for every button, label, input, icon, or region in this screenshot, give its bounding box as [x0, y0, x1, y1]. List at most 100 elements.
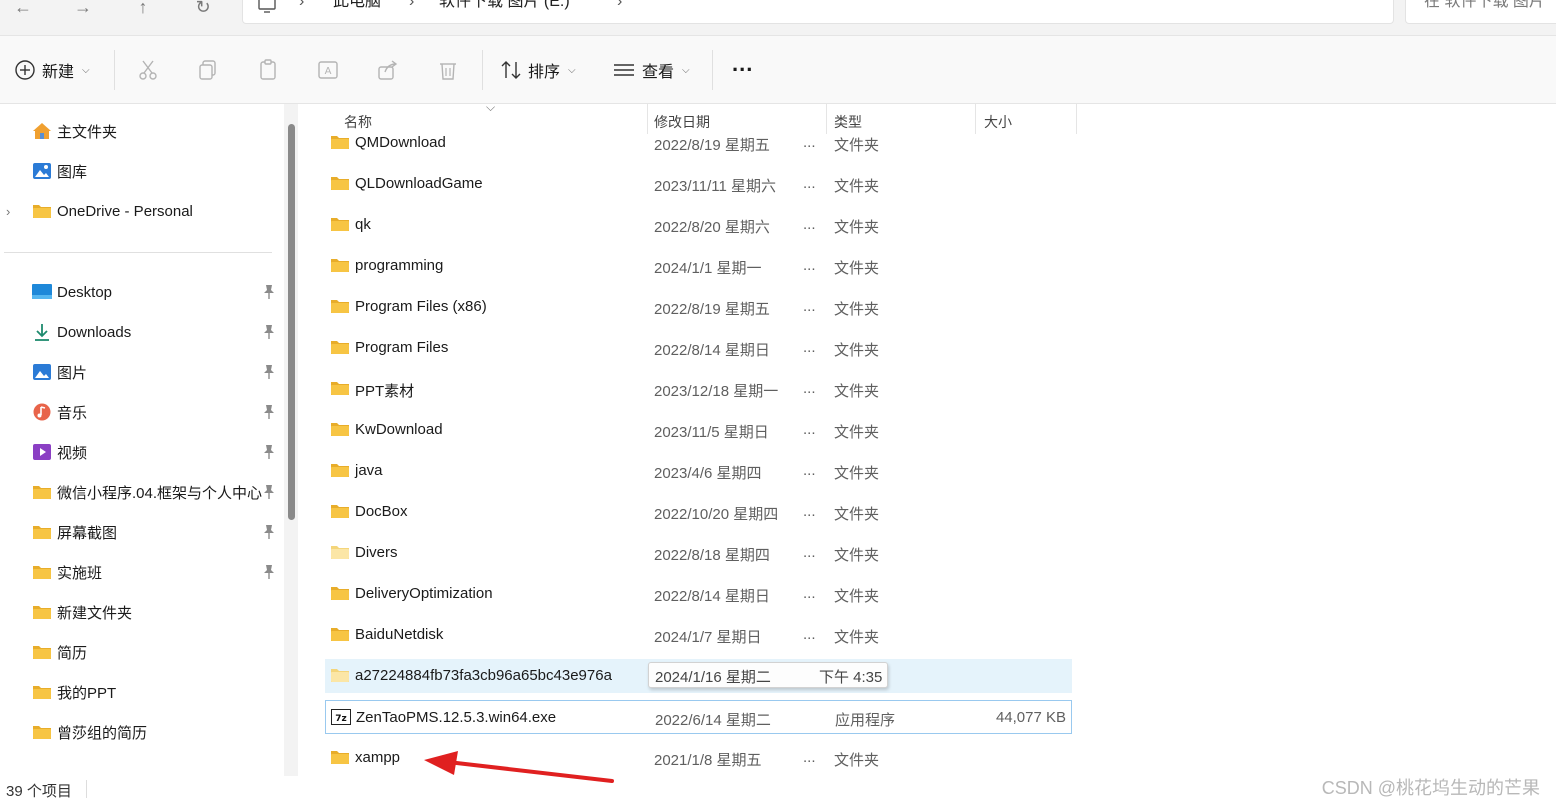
folder-icon — [33, 526, 51, 539]
address-row: ← → ↑ ↻ › 此电脑 › 软件下载 图片 (E:) › 在 软件下载 图片 — [0, 0, 1556, 36]
pin-icon[interactable] — [262, 284, 276, 300]
delete-icon[interactable] — [436, 58, 460, 82]
file-name: KwDownload — [355, 421, 443, 438]
sidebar-item-label: 曾莎组的简历 — [57, 724, 148, 742]
pin-icon[interactable] — [262, 324, 276, 340]
pin-icon[interactable] — [262, 524, 276, 540]
search-input[interactable]: 在 软件下载 图片 — [1405, 0, 1556, 24]
file-row[interactable]: 7z ZenTaoPMS.12.5.3.win64.exe 2022/6/14 星期… — [325, 700, 1072, 734]
file-name: ZenTaoPMS.12.5.3.win64.exe — [356, 709, 557, 726]
more-options-button[interactable]: ... — [732, 50, 753, 78]
sidebar-item[interactable]: 微信小程序.04.框架与个人中心 — [0, 475, 285, 509]
download-icon — [35, 324, 49, 341]
sidebar-item-label: 图片 — [57, 364, 88, 382]
file-row[interactable]: BaiduNetdisk 2024/1/7 星期日... 文件夹 — [325, 618, 1072, 652]
file-row[interactable]: QMDownload 2022/8/19 星期五... 文件夹 — [325, 126, 1072, 160]
sidebar-item[interactable]: 主文件夹 — [0, 114, 285, 148]
file-row[interactable]: PPT素材 2023/12/18 星期一... 文件夹 — [325, 372, 1072, 406]
paste-icon[interactable] — [256, 58, 280, 82]
file-modified: 2023/11/5 星期日 — [654, 424, 769, 441]
refresh-icon[interactable]: ↻ — [188, 0, 218, 20]
file-row[interactable]: Program Files (x86) 2022/8/19 星期五... 文件夹 — [325, 290, 1072, 324]
pin-icon[interactable] — [262, 404, 276, 420]
pin-icon[interactable] — [262, 364, 276, 380]
folder-icon — [331, 177, 349, 190]
back-icon[interactable]: ← — [8, 0, 38, 20]
copy-icon[interactable] — [196, 58, 220, 82]
file-row[interactable]: qk 2022/8/20 星期六... 文件夹 — [325, 208, 1072, 242]
sidebar-item[interactable]: 屏幕截图 — [0, 515, 285, 549]
view-button[interactable]: 查看 ⌵ — [612, 56, 690, 84]
file-row[interactable]: DocBox 2022/10/20 星期四... 文件夹 — [325, 495, 1072, 529]
file-row[interactable]: KwDownload 2023/11/5 星期日... 文件夹 — [325, 413, 1072, 447]
sort-label: 排序 — [528, 64, 561, 81]
file-modified: 2022/8/14 星期日 — [654, 588, 770, 605]
file-more: ... — [803, 134, 816, 151]
sidebar-item[interactable]: 音乐 — [0, 395, 285, 429]
folder-icon — [33, 686, 51, 699]
sidebar-item-label: Downloads — [57, 323, 132, 341]
file-type: 文件夹 — [834, 465, 880, 482]
new-button[interactable]: 新建 ⌵ — [14, 56, 90, 84]
share-icon[interactable] — [376, 58, 400, 82]
chevron-down-icon: ⌵ — [568, 64, 576, 76]
breadcrumb-drive-e[interactable]: 软件下载 图片 (E:) — [439, 0, 570, 17]
pin-icon[interactable] — [262, 444, 276, 460]
up-icon[interactable]: ↑ — [128, 0, 158, 20]
sidebar-item[interactable]: 曾莎组的简历 — [0, 715, 285, 749]
folder-icon — [331, 751, 349, 764]
file-more: ... — [803, 544, 816, 561]
file-row[interactable]: QLDownloadGame 2023/11/11 星期六... 文件夹 — [325, 167, 1072, 201]
file-modified: 2022/8/18 星期四 — [654, 547, 770, 564]
file-row[interactable]: xampp 2021/1/8 星期五... 文件夹 — [325, 741, 1072, 775]
navigation-pane: 主文件夹图库 › OneDrive - Personal Desktop Downlo… — [0, 104, 298, 776]
file-type: 文件夹 — [834, 588, 880, 605]
sort-button[interactable]: 排序 ⌵ — [500, 56, 576, 84]
file-size: 44,077 KB — [995, 709, 1066, 726]
file-name: programming — [355, 257, 444, 274]
chevron-right-icon[interactable]: › — [6, 204, 10, 219]
file-modified: 2023/12/18 星期一 — [654, 383, 779, 400]
plus-circle-icon — [15, 60, 35, 80]
sidebar-item-label: 实施班 — [57, 564, 103, 582]
sidebar-item[interactable]: 实施班 — [0, 555, 285, 589]
sidebar-scrollbar-thumb[interactable] — [288, 124, 295, 520]
cut-icon[interactable] — [136, 58, 160, 82]
file-row[interactable]: java 2023/4/6 星期四... 文件夹 — [325, 454, 1072, 488]
forward-icon[interactable]: → — [68, 0, 98, 20]
sidebar-item[interactable]: Downloads — [0, 315, 285, 349]
file-more: ... — [803, 298, 816, 315]
sidebar-item-label: 音乐 — [57, 404, 88, 422]
file-row[interactable]: programming 2024/1/1 星期一... 文件夹 — [325, 249, 1072, 283]
file-type: 文件夹 — [834, 629, 880, 646]
folder-icon — [331, 423, 349, 436]
breadcrumb-this-pc[interactable]: 此电脑 — [333, 0, 381, 17]
file-row[interactable]: Program Files 2022/8/14 星期日... 文件夹 — [325, 331, 1072, 365]
file-row[interactable]: DeliveryOptimization 2022/8/14 星期日... 文件夹 — [325, 577, 1072, 611]
sidebar-item[interactable]: 简历 — [0, 635, 285, 669]
file-row[interactable]: a27224884fb73fa3cb96a65bc43e976a 2024/1/1… — [325, 659, 1072, 693]
home-icon — [33, 123, 51, 139]
breadcrumb-chevron-icon: › — [409, 0, 415, 10]
sidebar-divider — [4, 252, 272, 253]
file-name: BaiduNetdisk — [355, 626, 444, 643]
file-more: ... — [803, 421, 816, 438]
sidebar-item[interactable]: Desktop — [0, 275, 285, 309]
file-more: ... — [803, 175, 816, 192]
file-type: 文件夹 — [834, 219, 880, 236]
sidebar-item[interactable]: › OneDrive - Personal — [0, 194, 285, 228]
sidebar-item[interactable]: 我的PPT — [0, 675, 285, 709]
desktop-icon — [32, 284, 52, 299]
file-row[interactable]: Divers 2022/8/18 星期四... 文件夹 — [325, 536, 1072, 570]
pin-icon[interactable] — [262, 564, 276, 580]
column-divider[interactable] — [1076, 104, 1077, 134]
rename-icon[interactable]: A — [316, 58, 340, 82]
sidebar-item[interactable]: 视频 — [0, 435, 285, 469]
sidebar-item[interactable]: 图库 — [0, 154, 285, 188]
address-bar[interactable]: › 此电脑 › 软件下载 图片 (E:) › — [242, 0, 1394, 24]
sidebar-item[interactable]: 新建文件夹 — [0, 595, 285, 629]
pin-icon[interactable] — [262, 484, 276, 500]
file-name: PPT素材 — [355, 383, 415, 400]
file-list-pane: ⌵ 名称 修改日期 类型 大小 QMDownload 2022/8/19 星期五.… — [298, 100, 1556, 776]
sidebar-item[interactable]: 图片 — [0, 355, 285, 389]
